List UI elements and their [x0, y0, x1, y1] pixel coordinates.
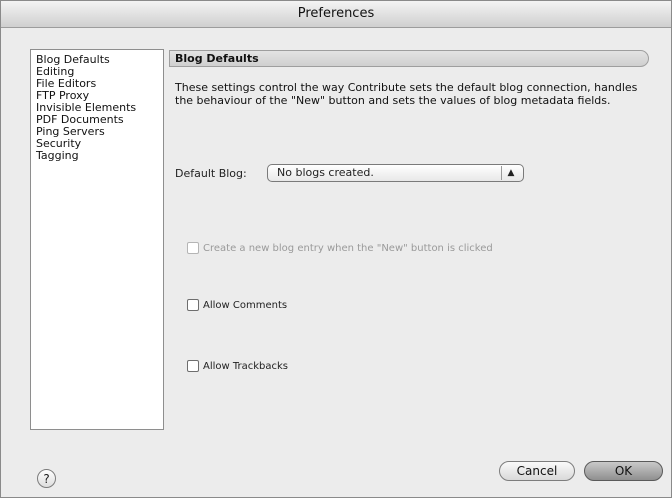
- allow-trackbacks-checkbox-label: Allow Trackbacks: [203, 361, 289, 372]
- sidebar-item-tagging[interactable]: Tagging: [31, 150, 163, 162]
- allow-comments-checkbox[interactable]: [187, 299, 199, 311]
- panel-description: These settings control the way Contribut…: [175, 81, 638, 107]
- panel-header: Blog Defaults: [169, 50, 649, 67]
- category-list: Blog Defaults Editing File Editors FTP P…: [30, 49, 164, 430]
- new-entry-checkbox-row[interactable]: Create a new blog entry when the "New" b…: [187, 242, 493, 256]
- window-title: Preferences: [1, 1, 671, 28]
- help-button[interactable]: ?: [37, 469, 56, 488]
- allow-comments-checkbox-row[interactable]: Allow Comments: [187, 299, 287, 313]
- allow-trackbacks-checkbox[interactable]: [187, 360, 199, 372]
- default-blog-select[interactable]: No blogs created. ▲: [267, 164, 524, 182]
- default-blog-value: No blogs created.: [277, 166, 374, 179]
- ok-button[interactable]: OK: [584, 461, 663, 481]
- new-entry-checkbox-label: Create a new blog entry when the "New" b…: [203, 243, 493, 254]
- settings-panel: These settings control the way Contribut…: [169, 67, 647, 430]
- cancel-button[interactable]: Cancel: [499, 461, 575, 481]
- preferences-window: Preferences Blog Defaults Editing File E…: [0, 0, 672, 498]
- stepper-arrows-icon: ▲: [501, 166, 520, 180]
- new-entry-checkbox[interactable]: [187, 242, 199, 254]
- allow-comments-checkbox-label: Allow Comments: [203, 300, 288, 311]
- allow-trackbacks-checkbox-row[interactable]: Allow Trackbacks: [187, 360, 288, 374]
- default-blog-label: Default Blog:: [175, 167, 247, 180]
